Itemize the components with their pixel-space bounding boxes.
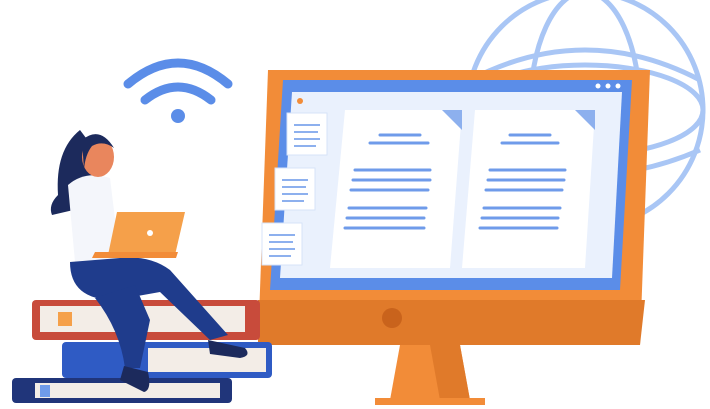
online-learning-illustration: [0, 0, 710, 405]
monitor-stand: [375, 345, 485, 405]
power-button: [382, 308, 402, 328]
wifi-icon: [123, 58, 233, 123]
